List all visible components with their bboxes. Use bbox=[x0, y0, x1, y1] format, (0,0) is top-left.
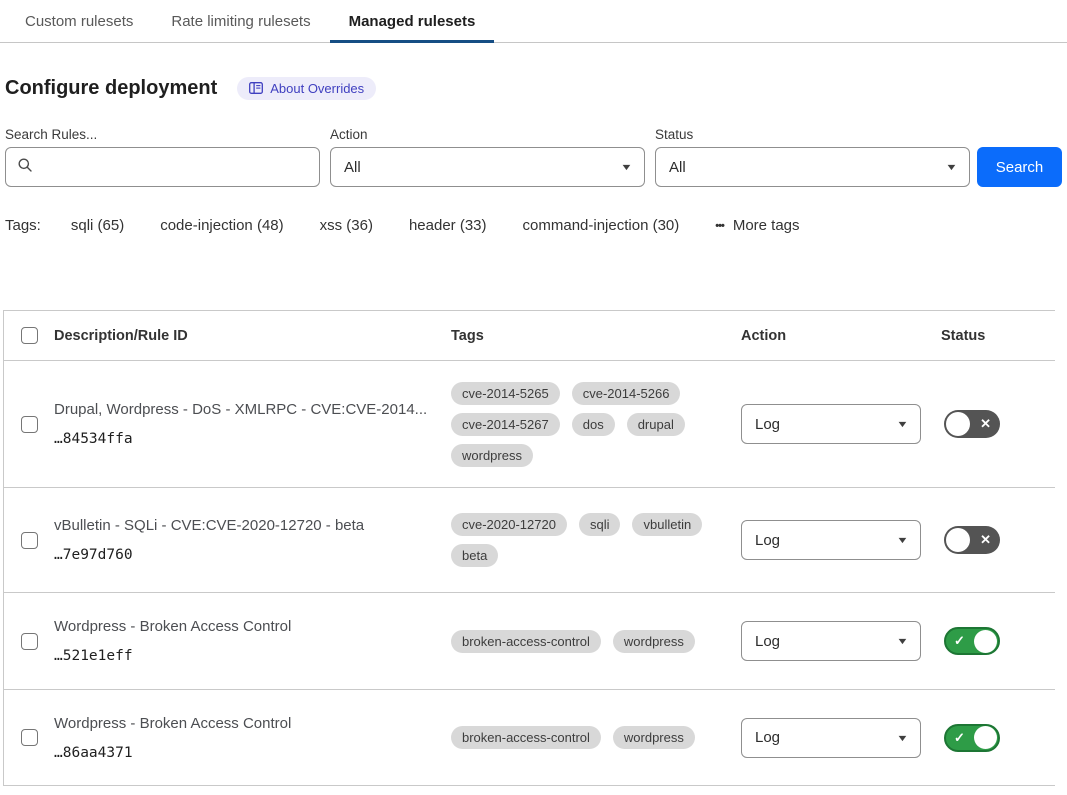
tags-bar: Tags: sqli (65) code-injection (48) xss (3… bbox=[5, 217, 1062, 234]
tag-pill: dos bbox=[572, 413, 615, 436]
status-filter-value: All bbox=[669, 159, 686, 176]
status-toggle[interactable]: ✓ bbox=[944, 627, 1000, 655]
rule-id: …84534ffa bbox=[54, 431, 433, 447]
status-toggle[interactable]: ✕ bbox=[944, 410, 1000, 438]
chevron-down-icon: ▼ bbox=[896, 535, 909, 545]
tag-pill: beta bbox=[451, 544, 498, 567]
tag-pill: wordpress bbox=[613, 630, 695, 653]
rule-tags: broken-access-control wordpress bbox=[451, 630, 741, 653]
more-tags-label: More tags bbox=[733, 217, 800, 234]
rule-description: Wordpress - Broken Access Control bbox=[54, 715, 433, 732]
tag-filter-link[interactable]: xss (36) bbox=[320, 217, 373, 234]
tag-pill: sqli bbox=[579, 513, 621, 536]
filter-bar: Search Rules... Action All ▼ Status bbox=[5, 127, 1062, 187]
tag-filter-link[interactable]: command-injection (30) bbox=[523, 217, 680, 234]
ruleset-tabs: Custom rulesets Rate limiting rulesets M… bbox=[0, 0, 1067, 43]
tag-pill: cve-2014-5265 bbox=[451, 382, 560, 405]
rule-description: vBulletin - SQLi - CVE:CVE-2020-12720 - … bbox=[54, 517, 433, 534]
chevron-down-icon: ▼ bbox=[896, 636, 909, 646]
action-select-value: Log bbox=[755, 729, 780, 746]
page-title: Configure deployment bbox=[5, 77, 217, 100]
about-overrides-label: About Overrides bbox=[270, 81, 364, 96]
toggle-knob bbox=[974, 726, 997, 749]
rule-tags: cve-2020-12720 sqli vbulletin beta bbox=[451, 513, 741, 567]
tag-links: sqli (65) code-injection (48) xss (36) head… bbox=[71, 217, 715, 234]
table-row: Drupal, Wordpress - DoS - XMLRPC - CVE:C… bbox=[4, 361, 1055, 488]
x-icon: ✕ bbox=[980, 532, 991, 548]
action-select-value: Log bbox=[755, 416, 780, 433]
tag-pill: vbulletin bbox=[632, 513, 702, 536]
check-icon: ✓ bbox=[954, 730, 965, 746]
toggle-knob bbox=[974, 630, 997, 653]
chevron-down-icon: ▼ bbox=[945, 162, 958, 172]
toggle-knob bbox=[946, 528, 970, 552]
tab-managed-rulesets[interactable]: Managed rulesets bbox=[330, 0, 495, 42]
tag-pill: cve-2020-12720 bbox=[451, 513, 567, 536]
tag-pill: cve-2014-5266 bbox=[572, 382, 681, 405]
tag-pill: drupal bbox=[627, 413, 685, 436]
tag-pill: wordpress bbox=[451, 444, 533, 467]
search-input[interactable] bbox=[41, 158, 308, 177]
tag-filter-link[interactable]: header (33) bbox=[409, 217, 487, 234]
book-icon bbox=[249, 82, 263, 94]
tab-custom-rulesets[interactable]: Custom rulesets bbox=[6, 0, 152, 42]
chevron-down-icon: ▼ bbox=[620, 162, 633, 172]
table-body: Drupal, Wordpress - DoS - XMLRPC - CVE:C… bbox=[4, 361, 1055, 786]
row-checkbox[interactable] bbox=[21, 633, 38, 650]
status-filter-label: Status bbox=[655, 127, 970, 142]
column-header-description: Description/Rule ID bbox=[54, 328, 451, 344]
select-all-checkbox[interactable] bbox=[21, 327, 38, 344]
action-select[interactable]: Log ▼ bbox=[741, 621, 921, 661]
search-button[interactable]: Search bbox=[977, 147, 1062, 187]
tag-filter-link[interactable]: sqli (65) bbox=[71, 217, 124, 234]
column-header-status: Status bbox=[941, 328, 1056, 344]
chevron-down-icon: ▼ bbox=[896, 419, 909, 429]
row-checkbox[interactable] bbox=[21, 532, 38, 549]
column-header-tags: Tags bbox=[451, 328, 741, 344]
about-overrides-badge[interactable]: About Overrides bbox=[237, 77, 376, 100]
rule-description: Drupal, Wordpress - DoS - XMLRPC - CVE:C… bbox=[54, 401, 433, 418]
action-select[interactable]: Log ▼ bbox=[741, 404, 921, 444]
rule-id: …86aa4371 bbox=[54, 745, 433, 761]
check-icon: ✓ bbox=[954, 633, 965, 649]
tag-pill: broken-access-control bbox=[451, 726, 601, 749]
ellipsis-icon: ••• bbox=[715, 220, 724, 232]
status-toggle[interactable]: ✓ bbox=[944, 724, 1000, 752]
column-header-action: Action bbox=[741, 328, 941, 344]
rule-tags: broken-access-control wordpress bbox=[451, 726, 741, 749]
action-select-value: Log bbox=[755, 532, 780, 549]
table-row: Wordpress - Broken Access Control …521e1… bbox=[4, 593, 1055, 690]
tag-pill: broken-access-control bbox=[451, 630, 601, 653]
tab-rate-limiting-rulesets[interactable]: Rate limiting rulesets bbox=[152, 0, 329, 42]
rules-table: Description/Rule ID Tags Action Status D… bbox=[3, 310, 1055, 786]
status-filter-select[interactable]: All ▼ bbox=[655, 147, 970, 187]
action-select-value: Log bbox=[755, 633, 780, 650]
table-header-row: Description/Rule ID Tags Action Status bbox=[4, 311, 1055, 361]
rule-tags: cve-2014-5265 cve-2014-5266 cve-2014-5267 d… bbox=[451, 382, 741, 467]
status-toggle[interactable]: ✕ bbox=[944, 526, 1000, 554]
search-rules-label: Search Rules... bbox=[5, 127, 320, 142]
x-icon: ✕ bbox=[980, 416, 991, 432]
rule-id: …521e1eff bbox=[54, 648, 433, 664]
chevron-down-icon: ▼ bbox=[896, 733, 909, 743]
search-icon bbox=[17, 157, 33, 178]
action-filter-value: All bbox=[344, 159, 361, 176]
action-select[interactable]: Log ▼ bbox=[741, 718, 921, 758]
action-filter-select[interactable]: All ▼ bbox=[330, 147, 645, 187]
row-checkbox[interactable] bbox=[21, 416, 38, 433]
more-tags-button[interactable]: ••• More tags bbox=[715, 217, 799, 234]
row-checkbox[interactable] bbox=[21, 729, 38, 746]
toggle-knob bbox=[946, 412, 970, 436]
rule-id: …7e97d760 bbox=[54, 547, 433, 563]
tags-bar-label: Tags: bbox=[5, 217, 41, 234]
rule-description: Wordpress - Broken Access Control bbox=[54, 618, 433, 635]
search-input-box[interactable] bbox=[5, 147, 320, 187]
table-row: vBulletin - SQLi - CVE:CVE-2020-12720 - … bbox=[4, 488, 1055, 593]
tag-pill: cve-2014-5267 bbox=[451, 413, 560, 436]
action-filter-label: Action bbox=[330, 127, 645, 142]
action-select[interactable]: Log ▼ bbox=[741, 520, 921, 560]
table-row: Wordpress - Broken Access Control …86aa4… bbox=[4, 690, 1055, 786]
tag-filter-link[interactable]: code-injection (48) bbox=[160, 217, 283, 234]
tag-pill: wordpress bbox=[613, 726, 695, 749]
